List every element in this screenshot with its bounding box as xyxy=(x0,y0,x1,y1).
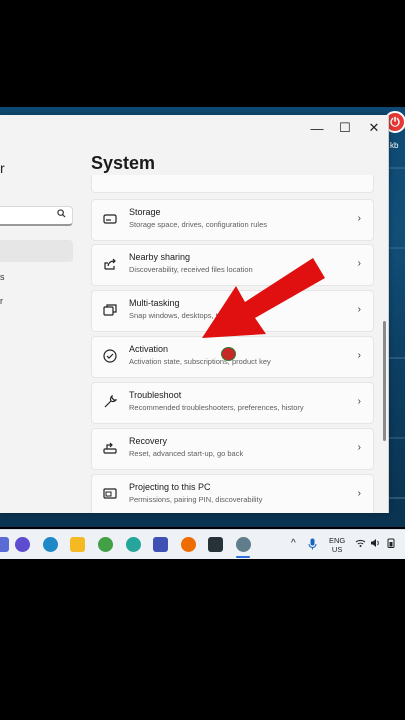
language-code: ENG xyxy=(329,536,346,545)
language-indicator[interactable]: ENG US xyxy=(329,536,345,554)
terminal-icon[interactable] xyxy=(208,537,223,552)
folder-icon[interactable] xyxy=(70,537,85,552)
globe-icon[interactable] xyxy=(126,537,141,552)
app-icon[interactable] xyxy=(0,537,9,552)
settings-gear-icon[interactable] xyxy=(236,537,251,552)
app-icon[interactable] xyxy=(98,537,113,552)
mouse-cursor xyxy=(221,347,236,361)
discord-icon[interactable] xyxy=(15,537,30,552)
red-arrow-annotation xyxy=(202,258,325,338)
notepad-icon[interactable] xyxy=(153,537,168,552)
active-app-indicator xyxy=(236,556,250,558)
edge-icon[interactable] xyxy=(43,537,58,552)
firefox-icon[interactable] xyxy=(181,537,196,552)
taskbar: ^ ENG US xyxy=(0,529,405,559)
battery-icon[interactable] xyxy=(386,538,396,551)
tray-overflow-icon[interactable]: ^ xyxy=(291,538,296,549)
region-code: US xyxy=(331,545,343,554)
volume-icon[interactable] xyxy=(370,538,381,551)
microphone-icon[interactable] xyxy=(308,538,317,553)
wifi-icon[interactable] xyxy=(355,538,366,551)
